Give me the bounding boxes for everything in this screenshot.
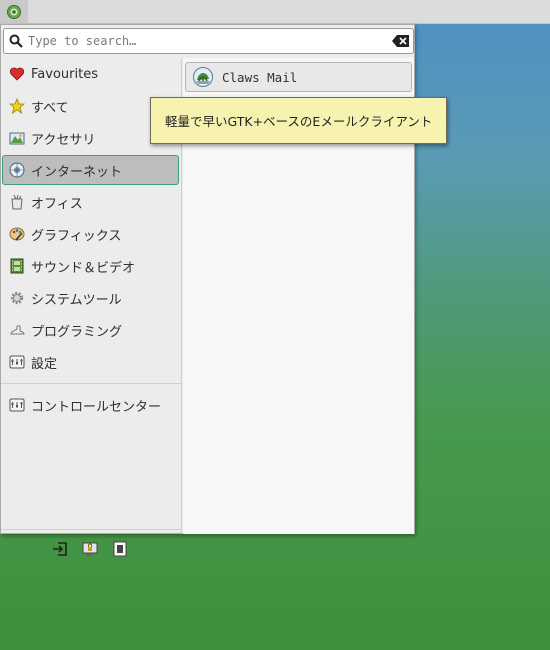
category-label: 設定 (31, 356, 58, 372)
category-settings[interactable]: 設定 (2, 347, 179, 377)
category-favourites[interactable]: Favourites (2, 59, 179, 89)
category-label: システムツール (31, 292, 122, 308)
claws-mail-icon (192, 66, 214, 88)
menu-logo-icon (7, 5, 21, 19)
star-icon (8, 97, 26, 115)
app-label: Claws Mail (222, 69, 298, 85)
settings-icon (8, 353, 26, 371)
category-graphics[interactable]: グラフィックス (2, 219, 179, 249)
category-label: すべて (31, 100, 69, 116)
category-separator (1, 383, 181, 384)
switch-user-icon[interactable] (110, 539, 130, 559)
category-programming[interactable]: プログラミング (2, 315, 179, 345)
category-label: プログラミング (31, 324, 123, 340)
search-input[interactable] (28, 30, 389, 52)
shoe-icon (8, 321, 26, 339)
office-icon (8, 193, 26, 211)
category-label: オフィス (31, 196, 83, 212)
app-menu-button[interactable] (0, 0, 28, 24)
control-center-item[interactable]: コントロールセンター (2, 390, 179, 420)
clear-search-icon[interactable] (389, 29, 413, 53)
control-center-label: コントロールセンター (31, 399, 162, 415)
tooltip-text: 軽量で早いGTK+ベースのEメールクライアント (165, 114, 433, 129)
category-label: Favourites (31, 66, 98, 82)
lock-screen-icon[interactable] (80, 539, 100, 559)
category-label: アクセサリ (31, 132, 96, 148)
control-center-icon (8, 396, 26, 414)
category-office[interactable]: オフィス (2, 187, 179, 217)
category-internet[interactable]: インターネット (2, 155, 179, 185)
search-box (3, 28, 414, 54)
search-icon (4, 29, 28, 53)
app-claws-mail[interactable]: Claws Mail (185, 62, 412, 92)
globe-icon (8, 161, 26, 179)
category-sound-video[interactable]: サウンド＆ビデオ (2, 251, 179, 281)
session-buttons-bar (1, 529, 182, 567)
heart-icon (8, 65, 26, 83)
category-label: インターネット (31, 164, 123, 180)
logout-icon[interactable] (50, 539, 70, 559)
accessories-icon (8, 129, 26, 147)
app-description-tooltip: 軽量で早いGTK+ベースのEメールクライアント (150, 97, 447, 144)
gear-icon (8, 289, 26, 307)
film-icon (8, 257, 26, 275)
taskbar (0, 0, 550, 24)
category-system-tools[interactable]: システムツール (2, 283, 179, 313)
category-label: グラフィックス (31, 228, 122, 244)
category-label: サウンド＆ビデオ (31, 260, 136, 276)
palette-icon (8, 225, 26, 243)
